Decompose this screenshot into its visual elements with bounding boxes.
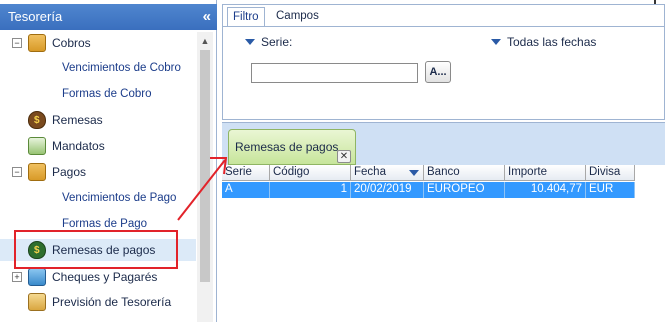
forecast-icon — [28, 293, 46, 311]
collapse-icon[interactable]: − — [12, 38, 22, 48]
column-header-banco[interactable]: Banco — [424, 165, 505, 181]
scroll-thumb[interactable] — [200, 50, 210, 282]
scroll-up-icon[interactable]: ▲ — [197, 34, 213, 48]
collapse-panel-icon[interactable]: « — [203, 4, 211, 30]
chevron-down-icon — [491, 39, 501, 45]
column-header-importe[interactable]: Importe — [505, 165, 586, 181]
document-icon — [28, 137, 46, 155]
nav-item-cobros[interactable]: − Cobros — [0, 32, 196, 54]
collapse-icon[interactable]: − — [12, 167, 22, 177]
dates-label: Todas las fechas — [507, 35, 597, 49]
filter-panel: Filtro Campos Serie: Todas las fechas A.… — [222, 4, 665, 120]
cell-divisa: EUR — [586, 182, 635, 198]
nav-scrollbar[interactable]: ▲ — [197, 32, 213, 322]
cheque-icon — [28, 268, 46, 286]
column-header-codigo[interactable]: Código — [270, 165, 351, 181]
column-header-fecha[interactable]: Fecha — [351, 165, 424, 181]
nav-item-remesas[interactable]: Remesas — [0, 109, 196, 131]
nav-item-label: Pagos — [52, 165, 87, 179]
highlight-box — [14, 230, 178, 269]
coins-box-icon — [28, 34, 46, 52]
expand-icon[interactable]: + — [12, 272, 22, 282]
nav-item-vencimientos-cobro[interactable]: Vencimientos de Cobro — [0, 57, 196, 79]
cell-codigo: 1 — [270, 182, 351, 198]
table-row[interactable]: A 1 20/02/2019 EUROPEO 10.404,77 EUR — [222, 182, 635, 198]
serie-label: Serie: — [261, 35, 293, 49]
column-header-fecha-label: Fecha — [354, 166, 386, 178]
cell-banco: EUROPEO — [424, 182, 505, 198]
nav-item-vencimientos-pago[interactable]: Vencimientos de Pago — [0, 187, 196, 209]
treasury-nav-panel: Tesorería « − Cobros Vencimientos de Cob… — [0, 0, 217, 322]
serie-dropdown[interactable]: Serie: — [245, 35, 292, 49]
nav-item-cheques[interactable]: + Cheques y Pagarés — [0, 266, 196, 288]
nav-header: Tesorería « — [0, 4, 217, 30]
serie-lookup-button[interactable]: A... — [425, 61, 451, 83]
column-header-divisa[interactable]: Divisa — [586, 165, 635, 181]
nav-item-label: Mandatos — [52, 139, 105, 153]
nav-item-label: Formas de Cobro — [62, 88, 152, 100]
dates-dropdown[interactable]: Todas las fechas — [491, 35, 596, 49]
sort-descending-icon — [409, 170, 419, 176]
top-edge-marker — [654, 0, 656, 4]
chevron-down-icon — [245, 39, 255, 45]
nav-item-prevision[interactable]: Previsión de Tesorería — [0, 291, 196, 313]
nav-item-label: Cheques y Pagarés — [52, 270, 158, 284]
remesas-grid: Serie Código Fecha Banco Importe Divisa … — [222, 165, 665, 323]
nav-item-label: Remesas — [52, 113, 103, 127]
nav-item-pagos[interactable]: − Pagos — [0, 161, 196, 183]
nav-item-label: Previsión de Tesorería — [52, 295, 172, 309]
money-bag-icon — [28, 111, 46, 129]
tab-filtro[interactable]: Filtro — [227, 7, 265, 27]
nav-item-label: Cobros — [52, 36, 91, 50]
nav-item-mandatos[interactable]: Mandatos — [0, 135, 196, 157]
serie-input[interactable] — [251, 63, 418, 83]
nav-item-label: Vencimientos de Cobro — [62, 62, 181, 74]
close-icon[interactable]: ✕ — [337, 150, 351, 163]
cell-serie: A — [222, 182, 270, 198]
doc-tab-label: Remesas de pagos — [235, 140, 339, 154]
cell-fecha: 20/02/2019 — [351, 182, 424, 198]
nav-title: Tesorería — [8, 9, 63, 24]
payment-box-icon — [28, 163, 46, 181]
tabs-divider — [223, 26, 664, 27]
tab-remesas-pagos[interactable]: Remesas de pagos ✕ — [228, 129, 356, 165]
nav-item-label: Vencimientos de Pago — [62, 192, 177, 204]
nav-item-formas-cobro[interactable]: Formas de Cobro — [0, 83, 196, 105]
column-header-serie[interactable]: Serie — [222, 165, 270, 181]
document-panel: Remesas de pagos ✕ Serie Código Fecha Ba… — [222, 122, 665, 323]
grid-header: Serie Código Fecha Banco Importe Divisa — [222, 165, 635, 181]
cell-importe: 10.404,77 — [505, 182, 586, 198]
tab-campos[interactable]: Campos — [271, 7, 324, 27]
